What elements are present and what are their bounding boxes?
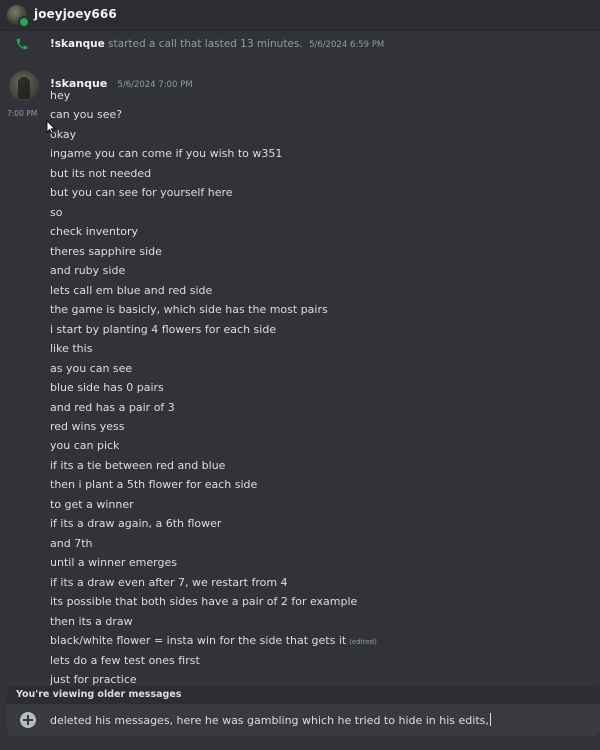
message-line[interactable]: but you can see for yourself here [50, 183, 377, 202]
phone-icon [16, 38, 28, 50]
message-line[interactable]: you can pick [50, 436, 377, 455]
message-line[interactable]: so [50, 203, 377, 222]
message-line[interactable]: but its not needed [50, 164, 377, 183]
call-description: started a call that lasted 13 minutes. [108, 38, 303, 50]
message-line[interactable]: the game is basicly, which side has the … [50, 300, 377, 319]
message-line[interactable]: and 7th [50, 534, 377, 553]
avatar-figure [18, 77, 30, 99]
message-line[interactable]: its possible that both sides have a pair… [50, 592, 377, 611]
mouse-cursor-icon [46, 120, 56, 134]
message-line[interactable]: i start by planting 4 flowers for each s… [50, 320, 377, 339]
text-caret [489, 713, 491, 726]
message-input[interactable]: deleted his messages, here he was gambli… [50, 713, 491, 727]
call-system-message: !skanque started a call that lasted 13 m… [0, 34, 600, 54]
message-line[interactable]: hey [50, 86, 377, 105]
online-status-icon [18, 16, 30, 28]
message-line[interactable]: lets call em blue and red side [50, 281, 377, 300]
message-line[interactable]: as you can see [50, 359, 377, 378]
message-line[interactable]: if its a draw even after 7, we restart f… [50, 573, 377, 592]
user-avatar[interactable] [7, 5, 30, 28]
message-line[interactable]: like this [50, 339, 377, 358]
message-line-edited[interactable]: black/white flower = insta win for the s… [50, 631, 377, 650]
message-line[interactable]: red wins yess [50, 417, 377, 436]
message-line[interactable]: okay [50, 125, 377, 144]
plus-circle-icon[interactable] [20, 712, 36, 728]
channel-header: joeyjoey666 [0, 0, 600, 30]
hover-timestamp: 7:00 PM [7, 109, 38, 118]
call-timestamp: 5/6/2024 6:59 PM [309, 40, 385, 50]
edited-label: (edited) [349, 638, 377, 647]
call-author[interactable]: !skanque [50, 38, 105, 50]
message-line[interactable]: ingame you can come if you wish to w351 [50, 144, 377, 163]
message-line[interactable]: if its a tie between red and blue [50, 456, 377, 475]
dm-username[interactable]: joeyjoey666 [34, 7, 117, 21]
message-line[interactable]: to get a winner [50, 495, 377, 514]
message-line[interactable]: blue side has 0 pairs [50, 378, 377, 397]
message-line[interactable]: and red has a pair of 3 [50, 398, 377, 417]
message-composer[interactable]: deleted his messages, here he was gambli… [7, 704, 600, 736]
message-input-value: deleted his messages, here he was gambli… [50, 714, 489, 727]
message-line[interactable]: theres sapphire side [50, 242, 377, 261]
older-messages-bar[interactable]: You're viewing older messages [7, 686, 600, 704]
message-line[interactable]: then its a draw [50, 612, 377, 631]
message-list: hey can you see? okay ingame you can com… [50, 86, 377, 690]
message-line[interactable]: until a winner emerges [50, 553, 377, 572]
message-line[interactable]: check inventory [50, 222, 377, 241]
message-line[interactable]: can you see? [50, 105, 377, 124]
older-messages-text: You're viewing older messages [16, 689, 182, 700]
author-avatar[interactable] [9, 71, 39, 101]
message-line[interactable]: if its a draw again, a 6th flower [50, 514, 377, 533]
message-line-text: black/white flower = insta win for the s… [50, 634, 347, 648]
message-line[interactable]: lets do a few test ones first [50, 651, 377, 670]
message-line[interactable]: and ruby side [50, 261, 377, 280]
message-line[interactable]: then i plant a 5th flower for each side [50, 475, 377, 494]
call-text: !skanque started a call that lasted 13 m… [50, 38, 384, 50]
